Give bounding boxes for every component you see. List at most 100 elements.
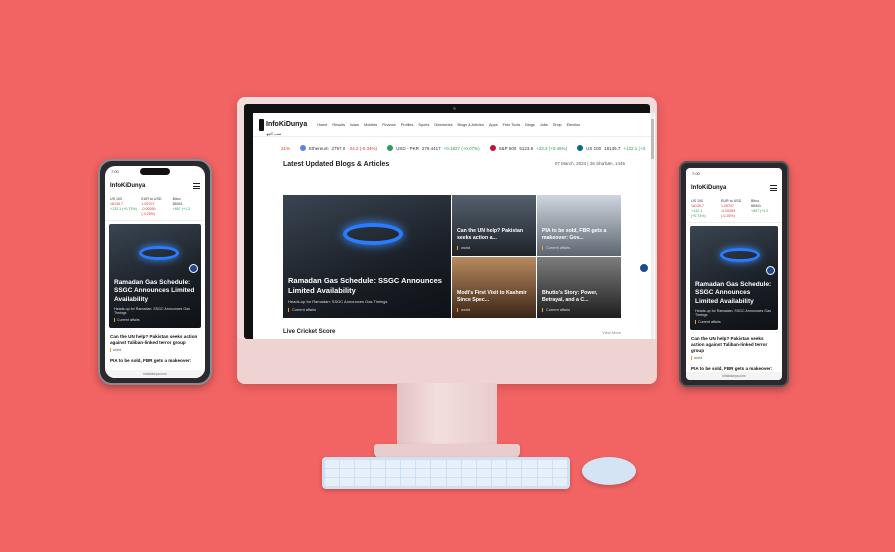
- ticker-item-sp500: S&P 500 5123.9 +23.3 (+0.46%): [489, 145, 568, 151]
- article-title[interactable]: Can the UN help? Pakistan seeks action a…: [110, 334, 200, 346]
- nav-item-blogs[interactable]: Blogs: [525, 123, 535, 127]
- phone-logo[interactable]: InfoKiDunya: [691, 185, 726, 191]
- article-title[interactable]: Can the UN help? Pakistan seeks action a…: [691, 336, 777, 354]
- nav-item-shop[interactable]: Shop: [553, 123, 562, 127]
- card-title[interactable]: Ramadan Gas Schedule: SSGC Announces Lim…: [288, 276, 446, 296]
- mouse: [582, 457, 636, 485]
- articles-grid: Ramadan Gas Schedule: SSGC Announces Lim…: [283, 195, 621, 318]
- ticker-change: +23.3 (+0.46%): [536, 145, 568, 151]
- status-bar: 7:00: [692, 171, 700, 176]
- featured-article-card[interactable]: Ramadan Gas Schedule: SSGC Announces Lim…: [283, 195, 451, 318]
- phone-notch: [140, 168, 170, 175]
- hero-category[interactable]: Current affairs: [695, 320, 774, 325]
- ticker-item-us100: US 100 18136.7 +132.1 (+0.: [577, 145, 646, 151]
- nav-item-apps[interactable]: Apps: [489, 123, 498, 127]
- imac-chin: [237, 339, 657, 384]
- card-title[interactable]: Bhutto's Story: Power, Betrayal, and a C…: [542, 290, 616, 304]
- ticker-change: +807 (+1.2: [751, 209, 769, 214]
- card-subtitle: Heads-up for Ramadan: SSGC Announces Gas…: [288, 299, 388, 304]
- nav-item-profiles[interactable]: Profiles: [401, 123, 414, 127]
- live-cricket-header: Live Cricket Score View More: [283, 329, 621, 335]
- phone-ticker: US 100 18136.7 +132.1 (+0.73%) EUR to US…: [686, 196, 782, 224]
- ticker-item: Bitco 66941 +807 (+1.2: [173, 197, 200, 217]
- nav-item-home[interactable]: Home: [317, 123, 327, 127]
- article-card[interactable]: Modi's First Visit to Kashmir Since Spec…: [452, 257, 536, 318]
- article-card[interactable]: Bhutto's Story: Power, Betrayal, and a C…: [537, 257, 621, 318]
- view-more-link[interactable]: View More: [602, 330, 621, 335]
- nav-item-free-tools[interactable]: Free Tools: [503, 123, 521, 127]
- hero-category[interactable]: Current affairs: [114, 318, 197, 323]
- nav-item-jobs[interactable]: Jobs: [540, 123, 548, 127]
- phone-hero-card[interactable]: Ramadan Gas Schedule: SSGC Announces Lim…: [109, 224, 201, 329]
- ticker-item: US 100 18136.7 +132.1 (+0.73%): [110, 197, 137, 217]
- list-item[interactable]: PIA to be sold, FBR gets a makeover:: [105, 355, 205, 367]
- ticker-value: 2797.0: [331, 145, 346, 151]
- article-card[interactable]: Can the UN help? Pakistan seeks action a…: [452, 195, 536, 256]
- accessibility-icon[interactable]: [189, 264, 198, 274]
- site-logo[interactable]: InfoKiDunya سب کچھ: [259, 113, 307, 136]
- ticker-value: 279.4417: [421, 145, 441, 151]
- nav-item-finance[interactable]: Finance: [382, 123, 396, 127]
- nav-item-directories[interactable]: Directories: [434, 123, 452, 127]
- nav-item-election[interactable]: Election: [567, 123, 581, 127]
- menu-icon[interactable]: [770, 185, 777, 191]
- article-title[interactable]: PIA to be sold, FBR gets a makeover:: [110, 358, 200, 364]
- accessibility-icon[interactable]: [639, 263, 649, 273]
- camera-icon: [453, 107, 456, 110]
- nav-item-results[interactable]: Results: [332, 123, 345, 127]
- imac-bezel: InfoKiDunya سب کچھ Home Results Islam Mo…: [244, 104, 655, 344]
- list-item[interactable]: Can the UN help? Pakistan seeks action a…: [105, 331, 205, 355]
- ticker-item: Bitco 66941 +807 (+1.2: [751, 199, 777, 219]
- nav-item-sports[interactable]: Sports: [418, 123, 429, 127]
- card-title[interactable]: Can the UN help? Pakistan seeks action a…: [457, 228, 531, 242]
- phone-screen: 7:00 InfoKiDunya US 100 18136.7 +132.1 (…: [105, 166, 205, 378]
- gas-flame-image: [343, 223, 403, 245]
- phone-header: InfoKiDunya: [105, 178, 205, 194]
- scrollbar[interactable]: [651, 113, 654, 344]
- phone-hero-card[interactable]: Ramadan Gas Schedule: SSGC Announces Lim…: [690, 226, 778, 331]
- accessibility-icon[interactable]: [766, 266, 775, 276]
- nav-item-islam[interactable]: Islam: [350, 123, 359, 127]
- phone-logo[interactable]: InfoKiDunya: [110, 183, 145, 189]
- market-ticker: 21% Ethereum 2797.0 -24.2 (-0.34%) USD -…: [253, 137, 655, 159]
- logo-icon: [259, 118, 264, 131]
- card-title[interactable]: PIA to be sold, FBR gets a makeover: Gov…: [542, 228, 616, 242]
- desktop-screen: InfoKiDunya سب کچھ Home Results Islam Mo…: [253, 113, 655, 344]
- phone-header: InfoKiDunya: [686, 180, 782, 196]
- section-date: 07 March, 2024 | 26 Sha'bān, 1445: [554, 161, 625, 166]
- card-category[interactable]: Current affairs: [288, 308, 446, 312]
- ticker-change: +132.1 (+0.: [623, 145, 647, 151]
- ticker-label: Ethereum: [309, 145, 329, 151]
- url-bar[interactable]: infokidunya.com: [686, 372, 782, 380]
- main-nav: Home Results Islam Mobiles Finance Profi…: [317, 123, 580, 127]
- card-title[interactable]: Modi's First Visit to Kashmir Since Spec…: [457, 290, 531, 304]
- url-bar[interactable]: infokidunya.com: [105, 370, 205, 378]
- ticker-change: +807 (+1.2: [172, 207, 191, 212]
- scroll-thumb[interactable]: [651, 119, 654, 159]
- card-category[interactable]: world: [457, 308, 531, 312]
- hero-title[interactable]: Ramadan Gas Schedule: SSGC Announces Lim…: [695, 281, 774, 306]
- imac-stand: [397, 383, 497, 448]
- section-header: Latest Updated Blogs & Articles 07 March…: [253, 161, 655, 168]
- menu-icon[interactable]: [193, 183, 200, 189]
- list-item[interactable]: Can the UN help? Pakistan seeks action a…: [686, 333, 782, 363]
- section-title: Latest Updated Blogs & Articles: [283, 161, 390, 168]
- live-cricket-title: Live Cricket Score: [283, 329, 336, 335]
- us100-icon: [577, 145, 584, 151]
- nav-item-mobiles[interactable]: Mobiles: [364, 123, 377, 127]
- card-category[interactable]: world: [457, 246, 531, 250]
- hero-title[interactable]: Ramadan Gas Schedule: SSGC Announces Lim…: [114, 279, 197, 304]
- article-category[interactable]: world: [691, 356, 777, 361]
- article-card[interactable]: PIA to be sold, FBR gets a makeover: Gov…: [537, 195, 621, 256]
- article-category[interactable]: world: [110, 348, 200, 353]
- currency-icon: [387, 145, 394, 151]
- phone-left: 7:00 InfoKiDunya US 100 18136.7 +132.1 (…: [98, 159, 212, 385]
- logo-tagline: سب کچھ: [266, 131, 282, 136]
- nav-item-blogs-articles[interactable]: Blogs & Articles: [458, 123, 484, 127]
- card-category[interactable]: Current affairs: [542, 308, 616, 312]
- card-category[interactable]: Current affairs: [542, 246, 616, 250]
- hero-subtitle: Heads-up for Ramadan: SSGC Announces Gas…: [695, 309, 771, 318]
- ticker-fragment: 21%: [281, 145, 291, 151]
- ticker-item: US 100 18136.7 +132.1 (+0.73%): [691, 199, 717, 219]
- ticker-change: -24.2 (-0.34%): [348, 145, 378, 151]
